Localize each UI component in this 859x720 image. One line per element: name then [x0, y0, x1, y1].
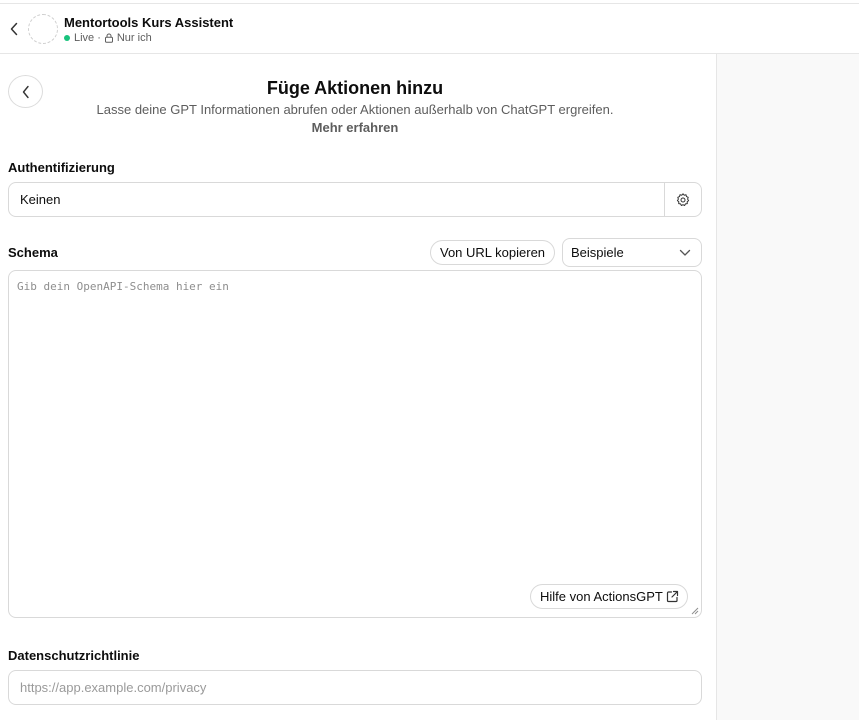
schema-textarea[interactable]: Gib dein OpenAPI-Schema hier ein — [8, 270, 702, 618]
import-from-url-button[interactable]: Von URL kopieren — [430, 240, 556, 265]
gpt-avatar[interactable] — [28, 14, 58, 44]
lock-icon — [104, 33, 114, 43]
page-title: Füge Aktionen hinzu — [266, 78, 444, 98]
actionsgpt-help-label: Hilfe von ActionsGPT — [540, 589, 663, 604]
schema-label: Schema — [8, 245, 58, 260]
authentication-field[interactable]: Keinen — [8, 182, 702, 217]
gpt-status-line: Live · Nur ich — [64, 32, 152, 44]
back-button[interactable] — [6, 19, 22, 39]
privacy-policy-label: Datenschutzrichtlinie — [8, 648, 140, 663]
external-link-icon — [666, 590, 678, 603]
resize-grip-icon[interactable] — [691, 607, 699, 615]
live-status-label: Live — [74, 32, 95, 44]
chevron-down-icon — [679, 249, 691, 256]
actionsgpt-help-button[interactable]: Hilfe von ActionsGPT — [530, 584, 688, 609]
gpt-name: Mentortools Kurs Assistent — [64, 15, 234, 30]
visibility-label: Nur ich — [116, 32, 152, 44]
authentication-settings-button[interactable] — [664, 183, 701, 216]
gear-icon — [676, 192, 690, 206]
examples-select[interactable]: Beispiele — [562, 238, 702, 267]
chevron-left-icon — [10, 22, 18, 36]
page-subtitle: Lasse deine GPT Informationen abrufen od… — [96, 102, 614, 117]
meta-separator: · — [97, 32, 101, 44]
schema-placeholder: Gib dein OpenAPI-Schema hier ein — [17, 280, 229, 293]
authentication-label: Authentifizierung — [8, 160, 115, 175]
privacy-policy-input[interactable] — [8, 670, 702, 705]
live-status-dot — [64, 35, 70, 41]
learn-more-link[interactable]: Mehr erfahren — [8, 120, 702, 135]
examples-select-value: Beispiele — [571, 245, 624, 260]
authentication-value: Keinen — [20, 192, 61, 207]
top-bar: Mentortools Kurs Assistent Live · Nur ic… — [0, 3, 859, 54]
preview-pane — [716, 54, 859, 720]
